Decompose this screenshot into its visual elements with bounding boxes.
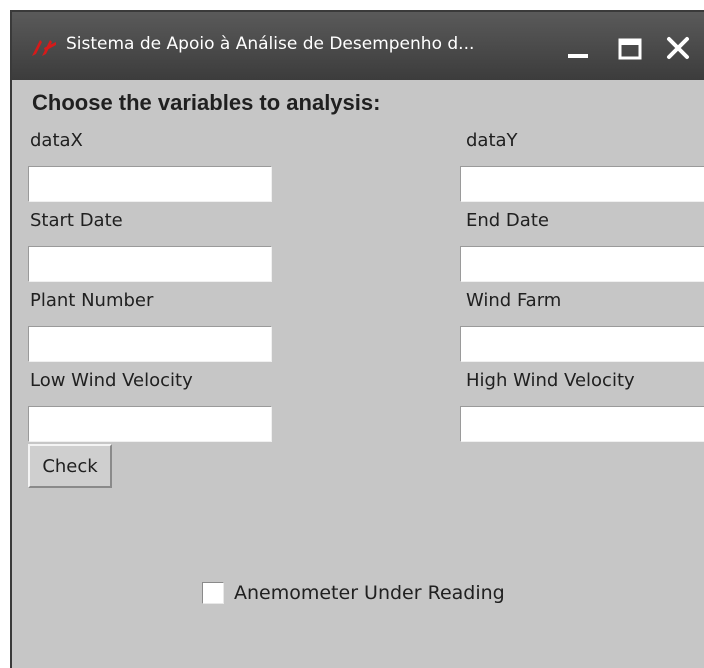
end-date-label: End Date [466, 210, 549, 231]
anemometer-under-reading-label: Anemometer Under Reading [234, 582, 505, 604]
datay-label: dataY [466, 130, 518, 151]
app-window: Sistema de Apoio à Análise de Desempenho… [10, 10, 704, 668]
checkbox-icon[interactable] [202, 582, 224, 604]
low-wind-velocity-label: Low Wind Velocity [30, 370, 193, 391]
minimize-icon[interactable] [564, 34, 592, 62]
wind-farm-label: Wind Farm [466, 290, 562, 311]
wind-farm-input[interactable] [460, 326, 704, 362]
high-wind-velocity-label: High Wind Velocity [466, 370, 635, 391]
form-heading: Choose the variables to analysis: [32, 90, 381, 115]
tk-feather-logo-icon [32, 40, 56, 56]
window-title: Sistema de Apoio à Análise de Desempenho… [66, 34, 475, 54]
anemometer-under-reading-checkbox[interactable]: Anemometer Under Reading [202, 578, 505, 608]
form-panel: Choose the variables to analysis: dataX … [12, 80, 704, 668]
high-wind-velocity-input[interactable] [460, 406, 704, 442]
title-bar[interactable]: Sistema de Apoio à Análise de Desempenho… [12, 12, 704, 80]
close-icon[interactable] [664, 34, 692, 62]
end-date-input[interactable] [460, 246, 704, 282]
datax-input[interactable] [28, 166, 272, 202]
plant-number-label: Plant Number [30, 290, 154, 311]
datax-label: dataX [30, 130, 83, 151]
start-date-input[interactable] [28, 246, 272, 282]
plant-number-input[interactable] [28, 326, 272, 362]
low-wind-velocity-input[interactable] [28, 406, 272, 442]
check-button[interactable]: Check [28, 444, 112, 488]
maximize-icon[interactable] [616, 34, 644, 62]
start-date-label: Start Date [30, 210, 123, 231]
datay-input[interactable] [460, 166, 704, 202]
